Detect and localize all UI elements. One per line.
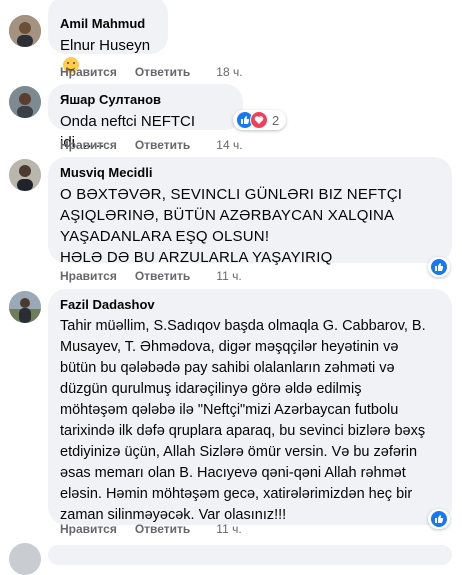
avatar-photo-icon bbox=[9, 15, 41, 47]
avatar-photo-icon bbox=[9, 159, 41, 191]
reply-link[interactable]: Ответить bbox=[135, 138, 190, 152]
comment-author[interactable]: Musviq Mecidli bbox=[60, 165, 440, 181]
reply-link[interactable]: Ответить bbox=[135, 65, 190, 79]
avatar[interactable] bbox=[9, 86, 41, 118]
reply-link[interactable]: Ответить bbox=[135, 269, 190, 283]
comment-bubble: Musviq Mecidli O BƏXTƏVƏR, SEVINCLI GÜNL… bbox=[48, 157, 452, 266]
comment-text: O BƏXTƏVƏR, SEVINCLI GÜNLƏRI BIZ NEFTÇI … bbox=[60, 186, 403, 266]
like-link[interactable]: Нравится bbox=[60, 138, 117, 152]
like-reaction-icon bbox=[430, 510, 448, 528]
comment-author[interactable]: Fazil Dadashov bbox=[60, 297, 440, 313]
like-link[interactable]: Нравится bbox=[60, 269, 117, 283]
comment-bubble: Яшар Султанов Onda neftci NEFTCI idi....… bbox=[48, 84, 243, 151]
comment-actions: Нравится Ответить 14 ч. bbox=[60, 137, 261, 153]
reaction-summary[interactable] bbox=[428, 257, 450, 277]
avatar[interactable] bbox=[9, 543, 41, 575]
comment-bubble bbox=[48, 545, 452, 565]
avatar-photo-icon bbox=[9, 86, 41, 118]
comment-author[interactable]: Яшар Султанов bbox=[60, 92, 231, 108]
love-reaction-icon bbox=[250, 111, 268, 129]
comment-bubble: Fazil Dadashov Tahir müəllim, S.Sadıqov … bbox=[48, 289, 452, 525]
comment-author[interactable]: Amil Mahmud bbox=[60, 16, 156, 32]
reply-link[interactable]: Ответить bbox=[135, 522, 190, 536]
reaction-count: 2 bbox=[272, 112, 280, 128]
comment-text: Tahir müəllim, S.Sadıqov başda olmaqla G… bbox=[60, 318, 426, 523]
comment-actions: Нравится Ответить 11 ч. bbox=[60, 268, 260, 284]
like-reaction-icon bbox=[430, 258, 448, 276]
comment-text-body: Elnur Huseyn bbox=[60, 37, 151, 54]
like-link[interactable]: Нравится bbox=[60, 65, 117, 79]
comment-time[interactable]: 18 ч. bbox=[216, 65, 242, 79]
comment-actions: Нравится Ответить 18 ч. bbox=[60, 64, 261, 80]
avatar[interactable] bbox=[9, 15, 41, 47]
reaction-summary[interactable]: 2 bbox=[233, 110, 287, 130]
avatar[interactable] bbox=[9, 291, 41, 323]
comment-actions: Нравится Ответить 11 ч. bbox=[60, 521, 260, 537]
comment-time[interactable]: 11 ч. bbox=[216, 269, 241, 283]
comment-time[interactable]: 14 ч. bbox=[216, 138, 242, 152]
avatar-photo-icon bbox=[9, 291, 41, 323]
comment-time[interactable]: 11 ч. bbox=[216, 522, 241, 536]
avatar[interactable] bbox=[9, 159, 41, 191]
comment-bubble: Amil Mahmud Elnur Huseyn bbox=[48, 0, 168, 73]
reaction-summary[interactable] bbox=[428, 509, 450, 529]
like-link[interactable]: Нравится bbox=[60, 522, 117, 536]
